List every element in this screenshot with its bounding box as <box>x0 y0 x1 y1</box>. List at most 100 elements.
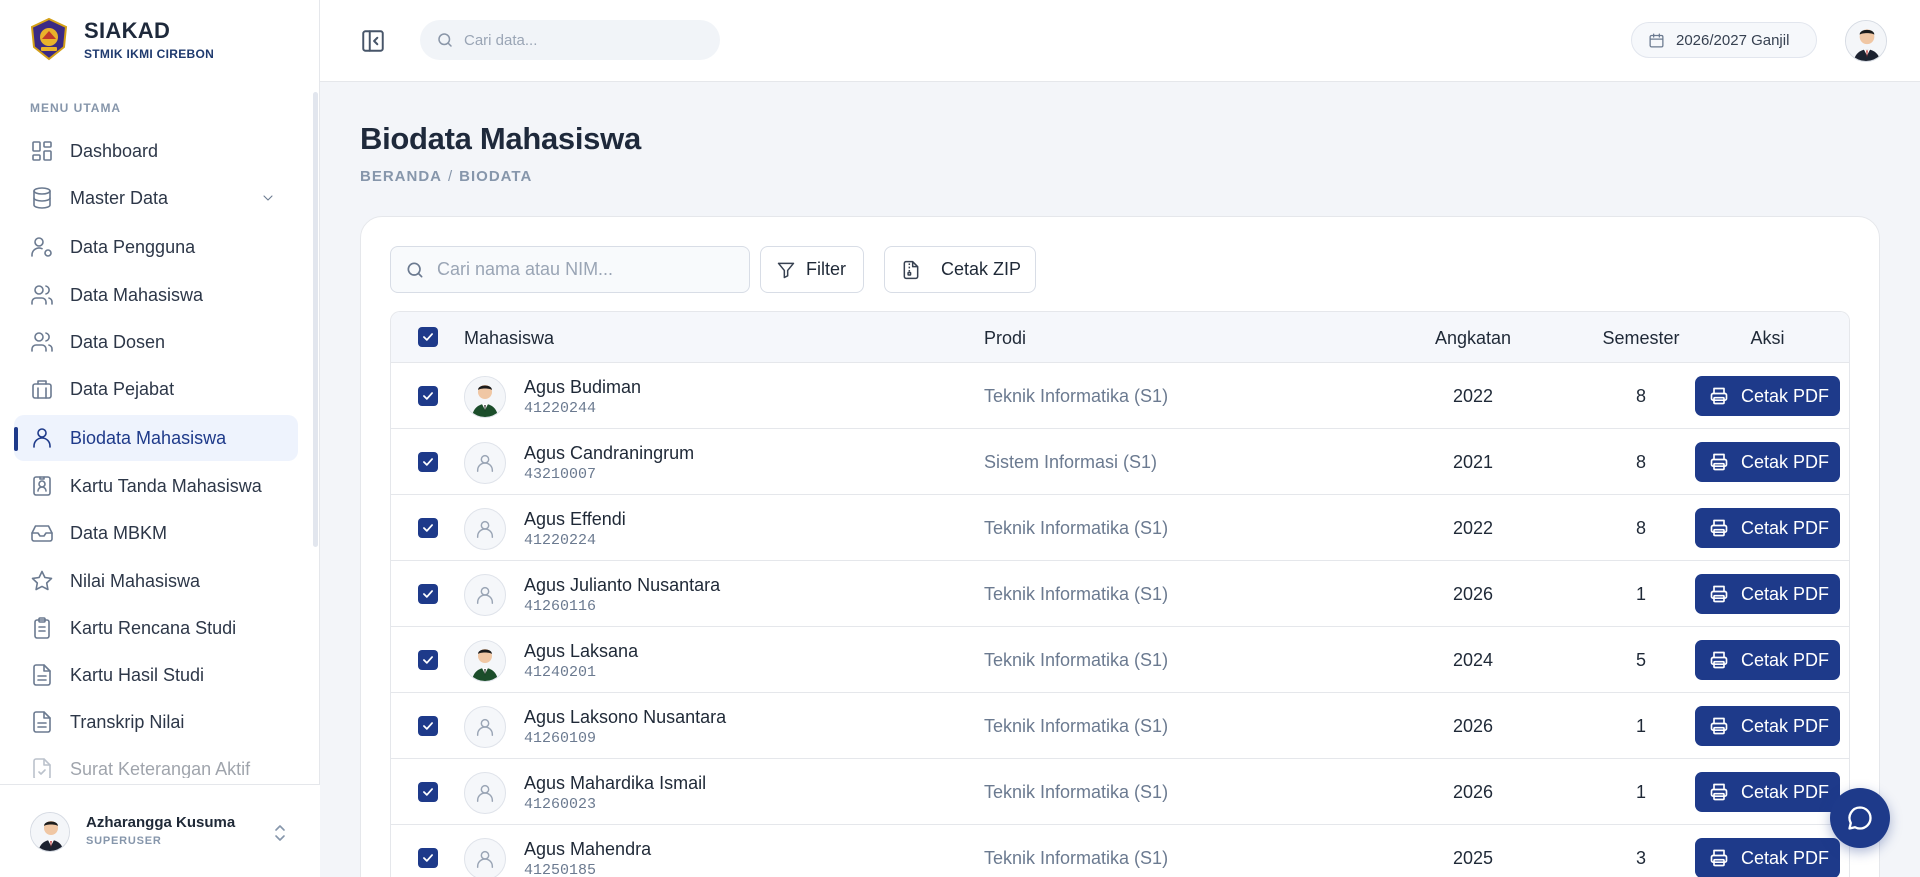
chat-button[interactable] <box>1830 788 1890 848</box>
clipboard-icon <box>34 617 50 639</box>
breadcrumb-current: BIODATA <box>459 168 533 185</box>
user-menu[interactable]: Azharangga Kusuma SUPERUSER <box>0 784 320 877</box>
check-icon <box>423 458 433 466</box>
chat-icon <box>1848 806 1872 830</box>
sidebar-item-kartu-tanda-mahasiswa[interactable]: Kartu Tanda Mahasiswa <box>14 463 298 509</box>
row-checkbox[interactable] <box>418 650 438 670</box>
print-pdf-button[interactable]: Cetak PDF <box>1695 838 1840 877</box>
sidebar-item-biodata-mahasiswa[interactable]: Biodata Mahasiswa <box>14 415 298 461</box>
academic-year-label: 2026/2027 Ganjil <box>1676 31 1790 49</box>
student-name: Agus Mahardika Ismail <box>524 773 707 793</box>
user-role: SUPERUSER <box>86 835 162 847</box>
student-semester: 3 <box>1635 848 1646 868</box>
sidebar-item-kartu-rencana-studi[interactable]: Kartu Rencana Studi <box>14 605 298 651</box>
table-row: Agus Laksana 41240201 Teknik Informatika (… <box>391 627 1849 693</box>
app-title: SIAKAD <box>84 17 171 43</box>
header-angkatan[interactable]: Angkatan <box>1418 328 1528 349</box>
sidebar-toggle-icon[interactable] <box>360 28 386 54</box>
student-prodi: Teknik Informatika (S1) <box>984 848 1169 868</box>
breadcrumb-separator: / <box>448 168 454 185</box>
row-checkbox[interactable] <box>418 386 438 406</box>
check-icon <box>423 590 433 598</box>
sidebar-item-data-dosen[interactable]: Data Dosen <box>14 319 298 365</box>
print-zip-button[interactable]: Cetak ZIP <box>884 246 1036 293</box>
print-pdf-button[interactable]: Cetak PDF <box>1695 640 1840 680</box>
sidebar-item-transkrip-nilai[interactable]: Transkrip Nilai <box>14 699 298 745</box>
sidebar-item-dashboard[interactable]: Dashboard <box>14 128 298 174</box>
check-icon <box>423 392 433 400</box>
user-name: Azharangga Kusuma <box>86 814 236 831</box>
users-icon <box>31 332 53 352</box>
sidebar-scrollbar[interactable] <box>313 92 318 547</box>
brand[interactable]: SIAKAD STMIK IKMI CIREBON <box>28 17 214 61</box>
print-pdf-button[interactable]: Cetak PDF <box>1695 508 1840 548</box>
sidebar-item-label: Dashboard <box>70 140 159 161</box>
print-pdf-label: Cetak PDF <box>1741 451 1830 472</box>
check-icon <box>423 788 433 796</box>
row-checkbox[interactable] <box>418 782 438 802</box>
print-pdf-button[interactable]: Cetak PDF <box>1695 376 1840 416</box>
sidebar-item-data-pejabat[interactable]: Data Pejabat <box>14 366 298 412</box>
student-name: Agus Laksana <box>524 641 639 661</box>
filter-button[interactable]: Filter <box>760 246 864 293</box>
sidebar-item-label: Data Dosen <box>70 331 166 352</box>
user-placeholder-icon <box>464 706 506 748</box>
chevron-down-icon[interactable] <box>260 190 276 211</box>
print-pdf-button[interactable]: Cetak PDF <box>1695 772 1840 812</box>
header-mahasiswa[interactable]: Mahasiswa <box>464 328 554 349</box>
row-checkbox[interactable] <box>418 518 438 538</box>
sidebar-item-label: Kartu Rencana Studi <box>70 617 237 638</box>
sidebar-item-data-mahasiswa[interactable]: Data Mahasiswa <box>14 272 298 318</box>
student-search[interactable] <box>390 246 750 293</box>
user-placeholder-icon <box>464 508 506 550</box>
page-title: Biodata Mahasiswa <box>360 121 641 156</box>
student-nim: 41260109 <box>524 730 597 747</box>
database-icon <box>33 187 51 209</box>
sidebar-item-label: Nilai Mahasiswa <box>70 570 201 591</box>
sidebar-item-data-mbkm[interactable]: Data MBKM <box>14 510 298 556</box>
breadcrumb-home[interactable]: BERANDA <box>360 168 442 185</box>
row-checkbox[interactable] <box>418 716 438 736</box>
header-semester[interactable]: Semester <box>1596 328 1686 349</box>
print-pdf-button[interactable]: Cetak PDF <box>1695 706 1840 746</box>
file-check-icon <box>33 758 51 778</box>
printer-icon <box>1710 717 1728 735</box>
profile-avatar[interactable] <box>1845 20 1887 62</box>
user-cog-icon <box>31 237 52 257</box>
printer-icon <box>1710 453 1728 471</box>
user-placeholder-icon <box>464 574 506 616</box>
row-checkbox[interactable] <box>418 584 438 604</box>
print-pdf-button[interactable]: Cetak PDF <box>1695 442 1840 482</box>
global-search-input[interactable] <box>464 31 704 49</box>
row-checkbox[interactable] <box>418 848 438 868</box>
user-placeholder-icon <box>464 442 506 484</box>
select-all-checkbox[interactable] <box>418 327 438 347</box>
student-search-input[interactable] <box>437 259 737 280</box>
sidebar-item-kartu-hasil-studi[interactable]: Kartu Hasil Studi <box>14 652 298 698</box>
user-icon <box>33 428 51 448</box>
global-search[interactable] <box>420 20 720 60</box>
file-zip-icon <box>903 260 919 279</box>
row-checkbox[interactable] <box>418 452 438 472</box>
print-pdf-button[interactable]: Cetak PDF <box>1695 574 1840 614</box>
print-pdf-label: Cetak PDF <box>1741 385 1830 406</box>
header-prodi[interactable]: Prodi <box>984 328 1026 349</box>
print-pdf-label: Cetak PDF <box>1741 781 1830 802</box>
sidebar-item-label: Kartu Hasil Studi <box>70 664 205 685</box>
table-row: Agus Julianto Nusantara 41260116 Teknik In… <box>391 561 1849 627</box>
users-icon <box>31 285 53 305</box>
sidebar-item-nilai-mahasiswa[interactable]: Nilai Mahasiswa <box>14 558 298 604</box>
student-prodi: Teknik Informatika (S1) <box>984 650 1169 670</box>
app-subtitle: STMIK IKMI CIREBON <box>84 46 215 61</box>
academic-year-badge[interactable]: 2026/2027 Ganjil <box>1631 22 1817 58</box>
student-nim: 41240201 <box>524 664 597 681</box>
sidebar-item-data-pengguna[interactable]: Data Pengguna <box>14 224 298 270</box>
header-aksi: Aksi <box>1750 328 1785 348</box>
sidebar-item-surat-keterangan-aktif[interactable]: Surat Keterangan Aktif <box>14 746 298 778</box>
sidebar-item-master-data[interactable]: Master Data <box>14 175 298 221</box>
check-icon <box>423 656 433 664</box>
check-icon <box>423 333 433 341</box>
student-semester: 1 <box>1635 716 1646 736</box>
chevron-up-down-icon[interactable] <box>272 823 288 843</box>
student-prodi: Teknik Informatika (S1) <box>984 584 1169 604</box>
